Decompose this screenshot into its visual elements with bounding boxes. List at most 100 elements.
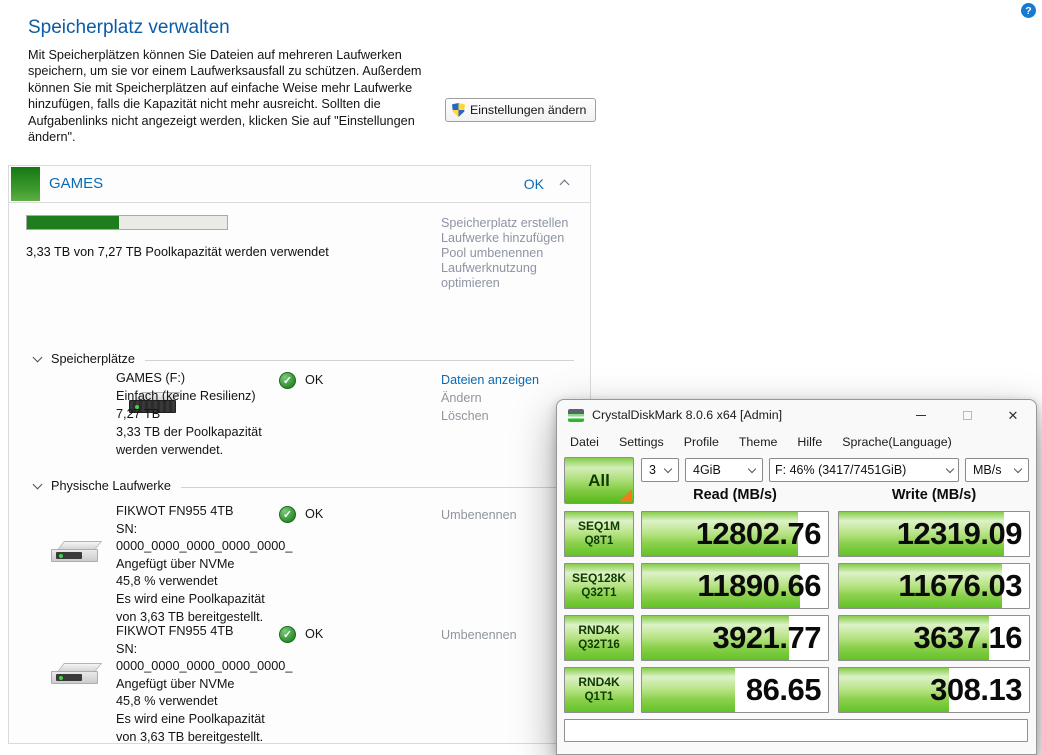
target-drive-select[interactable]: F: 46% (3417/7451GiB) xyxy=(769,458,959,482)
maximize-button[interactable] xyxy=(944,400,990,430)
chevron-down-icon xyxy=(945,464,955,473)
write-result-cell: 3637.16 xyxy=(838,615,1030,661)
status-ok-icon: ✓ xyxy=(279,372,296,389)
drive-pool-cap-line1: Es wird eine Poolkapazität xyxy=(116,711,265,726)
test-queue: Q32T16 xyxy=(578,639,620,651)
add-drives-link[interactable]: Laufwerke hinzufügen xyxy=(441,231,573,246)
space-used-line2: werden verwendet. xyxy=(116,443,224,457)
menu-datei[interactable]: Datei xyxy=(560,435,609,449)
storage-pool-panel: GAMES OK 3,33 TB von 7,27 TB Poolkapazit… xyxy=(8,165,591,744)
read-result-cell: 3921.77 xyxy=(641,615,829,661)
minimize-button[interactable] xyxy=(898,400,944,430)
close-icon: ✕ xyxy=(1007,407,1019,423)
app-icon xyxy=(568,408,584,422)
create-storage-space-link[interactable]: Speicherplatz erstellen xyxy=(441,216,573,231)
test-button-rnd4k-q1t1[interactable]: RND4K Q1T1 xyxy=(564,667,634,713)
menu-settings[interactable]: Settings xyxy=(609,435,674,449)
drive-slot xyxy=(56,674,82,681)
minimize-icon xyxy=(916,414,926,416)
test-name: RND4K xyxy=(578,623,620,637)
drive-pool-cap-line1: Es wird eine Poolkapazität xyxy=(116,591,265,606)
drive-used-pct: 45,8 % verwendet xyxy=(116,694,218,709)
page-description: Mit Speicherplätzen können Sie Dateien a… xyxy=(28,48,422,145)
drive-icon-front xyxy=(51,549,98,562)
chevron-down-icon xyxy=(747,464,757,473)
test-count-select[interactable]: 3 xyxy=(641,458,679,482)
write-value: 308.13 xyxy=(930,672,1022,707)
physical-drive-details: FIKWOT FN955 4TB SN: 0000_0000_0000_0000… xyxy=(116,623,292,746)
read-value: 3921.77 xyxy=(712,620,821,655)
run-all-button[interactable]: All xyxy=(564,457,634,504)
chevron-down-icon xyxy=(1013,464,1023,473)
physical-drives-section-header: Physische Laufwerke xyxy=(32,479,574,493)
read-value: 86.65 xyxy=(745,672,822,707)
status-ok-icon: ✓ xyxy=(279,626,296,643)
read-result-cell: 12802.76 xyxy=(641,511,829,557)
read-result-cell: 11890.66 xyxy=(641,563,829,609)
storage-space-details: GAMES (F:) Einfach (keine Resilienz) 7,2… xyxy=(116,369,262,459)
help-button[interactable]: ? xyxy=(1021,3,1036,18)
read-result-cell: 86.65 xyxy=(641,667,829,713)
target-drive-value: F: 46% (3417/7451GiB) xyxy=(775,463,907,477)
change-settings-button[interactable]: Einstellungen ändern xyxy=(445,98,597,122)
rename-drive-link[interactable]: Umbenennen xyxy=(441,506,517,524)
drive-sn-label: SN: xyxy=(116,521,138,536)
write-result-cell: 308.13 xyxy=(838,667,1030,713)
comment-input[interactable] xyxy=(564,719,1028,742)
storage-spaces-section-header: Speicherplätze xyxy=(32,352,574,366)
drive-pool-cap-line2: von 3,63 TB bereitgestellt. xyxy=(116,729,264,744)
change-link[interactable]: Ändern xyxy=(441,389,539,407)
test-queue: Q1T1 xyxy=(584,691,614,703)
physical-drive-icon xyxy=(51,541,103,562)
pool-name: GAMES xyxy=(49,175,104,192)
run-all-label: All xyxy=(588,470,610,490)
window-title: CrystalDiskMark 8.0.6 x64 [Admin] xyxy=(592,408,783,422)
pool-status: OK xyxy=(523,176,544,192)
drive-serial: 0000_0000_0000_0000_0000_ xyxy=(116,659,293,674)
test-name: SEQ128K xyxy=(571,571,627,585)
window-controls: ✕ xyxy=(898,400,1036,430)
close-button[interactable]: ✕ xyxy=(990,400,1036,430)
menubar: Datei Settings Profile Theme Hilfe Sprac… xyxy=(560,430,1036,453)
storage-spaces-section-label: Speicherplätze xyxy=(51,352,135,366)
rename-drive-link[interactable]: Umbenennen xyxy=(441,626,517,644)
status-ok-icon: ✓ xyxy=(279,506,296,523)
drive-led xyxy=(59,553,63,558)
uac-shield-icon xyxy=(452,103,465,117)
chevron-down-icon[interactable] xyxy=(32,352,43,363)
drive-led xyxy=(59,675,63,680)
read-value: 12802.76 xyxy=(695,516,822,551)
pool-header: GAMES OK xyxy=(9,166,590,203)
test-button-rnd4k-q32t16[interactable]: RND4K Q32T16 xyxy=(564,615,634,661)
test-button-seq1m-q8t1[interactable]: SEQ1M Q8T1 xyxy=(564,511,634,557)
write-value: 3637.16 xyxy=(913,620,1022,655)
test-queue: Q32T1 xyxy=(581,587,617,599)
drive-attach: Angefügt über NVMe xyxy=(116,556,235,571)
pool-color-tab xyxy=(11,167,40,201)
rename-pool-link[interactable]: Pool umbenennen xyxy=(441,246,573,261)
unit-value: MB/s xyxy=(973,463,1002,477)
read-column-header: Read (MB/s) xyxy=(693,487,777,503)
change-settings-label: Einstellungen ändern xyxy=(470,103,587,117)
write-value: 12319.09 xyxy=(896,516,1023,551)
write-value: 11676.03 xyxy=(898,568,1022,603)
menu-sprache[interactable]: Sprache(Language) xyxy=(832,435,962,449)
menu-theme[interactable]: Theme xyxy=(729,435,788,449)
test-button-seq128k-q32t1[interactable]: SEQ128K Q32T1 xyxy=(564,563,634,609)
collapse-chevron-icon[interactable] xyxy=(559,179,570,190)
menu-hilfe[interactable]: Hilfe xyxy=(787,435,832,449)
drive-serial: 0000_0000_0000_0000_0000_ xyxy=(116,539,293,554)
chevron-down-icon[interactable] xyxy=(32,479,43,490)
view-files-link[interactable]: Dateien anzeigen xyxy=(441,371,539,389)
delete-link[interactable]: Löschen xyxy=(441,407,539,425)
titlebar[interactable]: CrystalDiskMark 8.0.6 x64 [Admin] ✕ xyxy=(557,400,1036,430)
unit-select[interactable]: MB/s xyxy=(965,458,1029,482)
test-size-value: 4GiB xyxy=(693,463,721,477)
drive-icon-top xyxy=(57,663,103,671)
test-size-select[interactable]: 4GiB xyxy=(685,458,763,482)
space-name: GAMES (F:) xyxy=(116,371,186,385)
page-title: Speicherplatz verwalten xyxy=(28,17,230,38)
menu-profile[interactable]: Profile xyxy=(674,435,729,449)
read-value: 11890.66 xyxy=(697,568,821,603)
optimize-drive-usage-link[interactable]: Laufwerknutzung optimieren xyxy=(441,261,573,291)
